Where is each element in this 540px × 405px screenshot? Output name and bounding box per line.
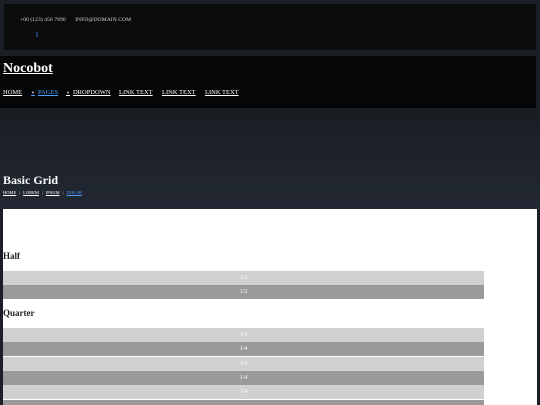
grid-cell-quarter: 1/4 [3, 328, 484, 342]
breadcrumb-current: DOLOR [66, 190, 82, 195]
nav-item-dropdown[interactable]: ▼ DROPDOWN [66, 89, 111, 96]
email-link[interactable]: INFO@DOMAIN.COM [75, 17, 131, 23]
breadcrumb: HOME | LOREM | IPSUM | DOLOR [3, 190, 82, 195]
grid-cell-quarter: 1/4 [3, 371, 484, 385]
grid-cell-quarter [3, 400, 484, 405]
contact-info: +00 (123) 456 7890 INFO@DOMAIN.COM [20, 17, 139, 23]
breadcrumb-separator: | [19, 190, 21, 195]
nav-item-link-1[interactable]: LINK TEXT [119, 89, 153, 96]
nav-item-home[interactable]: HOME [3, 89, 22, 96]
breadcrumb-separator: | [41, 190, 43, 195]
brand-logo[interactable]: Nocobot [3, 61, 53, 77]
page-title: Basic Grid [3, 173, 59, 187]
breadcrumb-separator: | [62, 190, 64, 195]
breadcrumb-home[interactable]: HOME [3, 190, 16, 195]
pause-icon[interactable]: ‖ [36, 31, 38, 39]
grid-cell-quarter: 1/4 [3, 385, 484, 399]
grid-cell-quarter: 1/4 [3, 357, 484, 371]
page-header: Basic Grid HOME | LOREM | IPSUM | DOLOR [0, 108, 540, 209]
grid-cell-half: 1/2 [3, 285, 484, 299]
section-title-quarter: Quarter [3, 308, 35, 318]
nav-item-dropdown-label: DROPDOWN [72, 89, 111, 96]
grid-cell-half: 1/2 [3, 271, 484, 285]
chevron-down-icon: ▼ [66, 90, 70, 95]
phone-number: +00 (123) 456 7890 [20, 17, 66, 23]
nav-item-link-3[interactable]: LINK TEXT [205, 89, 239, 96]
nav-item-pages[interactable]: ▼ PAGES [31, 89, 58, 96]
navbar: Nocobot HOME ▼ PAGES ▼ DROPDOWN LINK TEXT … [0, 56, 536, 108]
breadcrumb-lorem[interactable]: LOREM [23, 190, 39, 195]
section-title-half: Half [3, 251, 20, 261]
nav-item-pages-label: PAGES [37, 89, 58, 96]
grid-cell-quarter: 1/4 [3, 342, 484, 356]
chevron-down-icon: ▼ [31, 90, 35, 95]
top-bar: +00 (123) 456 7890 INFO@DOMAIN.COM ‖ [4, 4, 536, 50]
main-content: Half 1/2 1/2 Quarter 1/4 1/4 1/4 1/4 1/4 [3, 209, 537, 405]
nav-item-link-2[interactable]: LINK TEXT [162, 89, 196, 96]
breadcrumb-ipsum[interactable]: IPSUM [46, 190, 60, 195]
